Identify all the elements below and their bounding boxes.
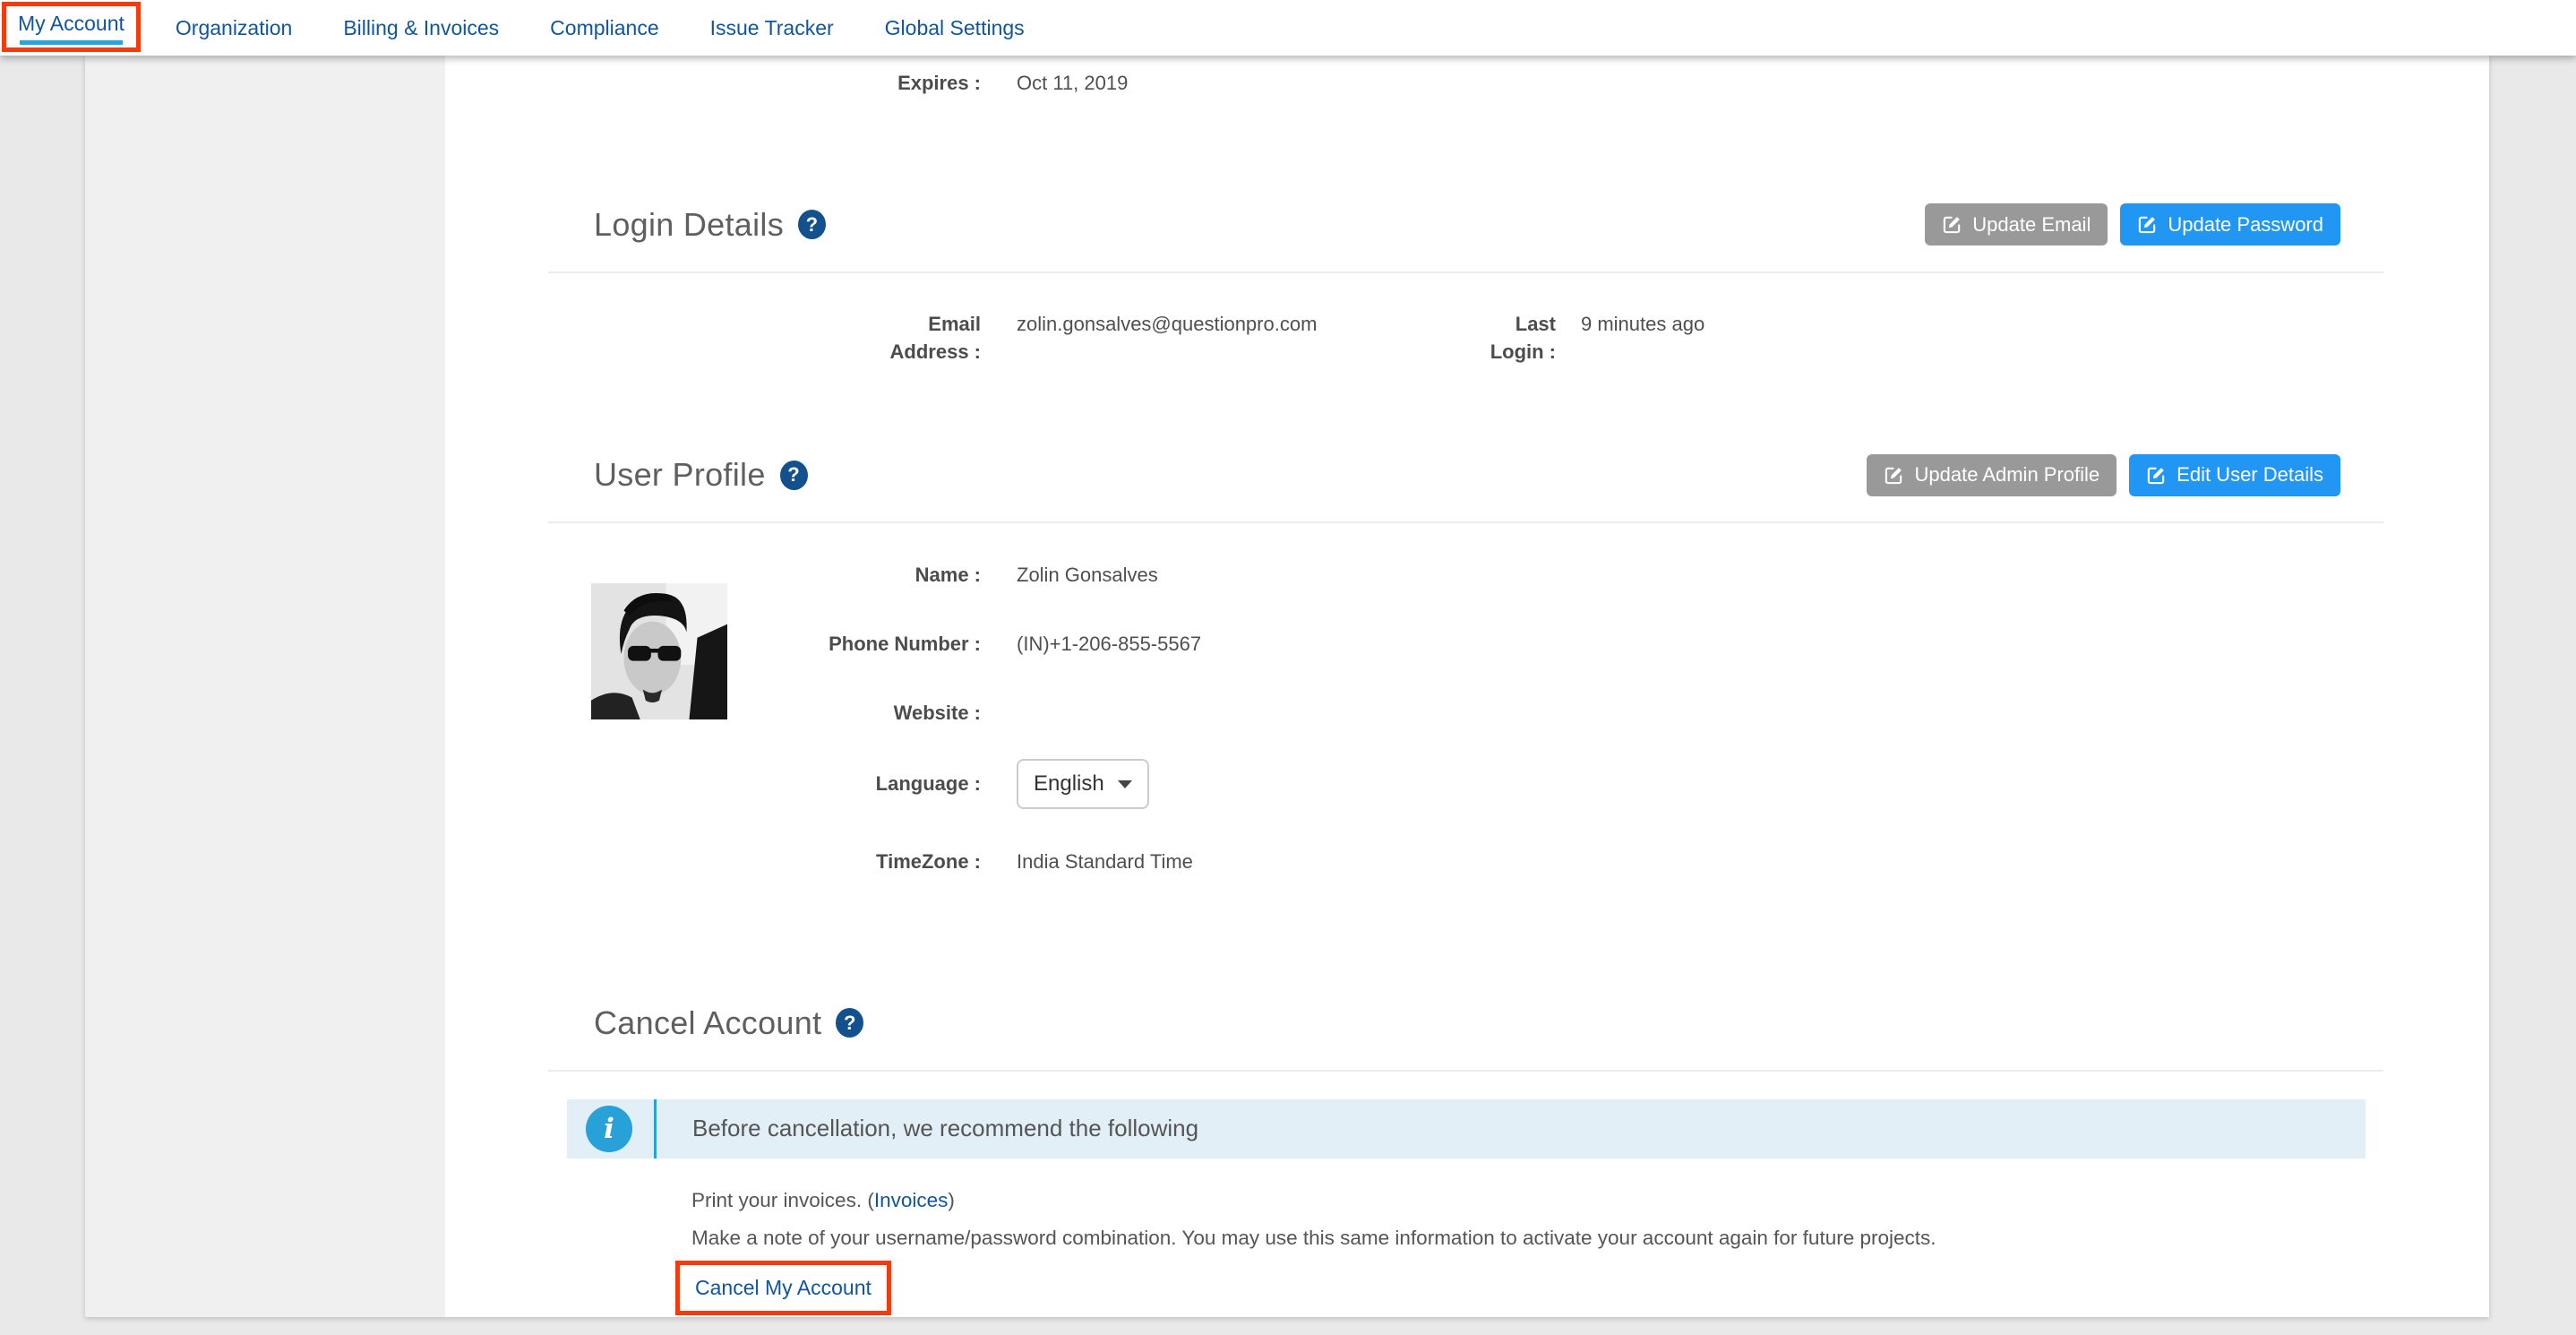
tab-billing-invoices[interactable]: Billing & Invoices bbox=[343, 16, 499, 40]
user-profile-fields: Name : Zolin Gonsalves Phone Number : (I… bbox=[445, 559, 2489, 878]
timezone-row: TimeZone : India Standard Time bbox=[445, 846, 2489, 878]
edit-user-details-button[interactable]: Edit User Details bbox=[2129, 454, 2340, 496]
phone-row: Phone Number : (IN)+1-206-855-5567 bbox=[445, 628, 2489, 660]
login-details-actions: Update Email Update Password bbox=[1925, 203, 2340, 245]
user-profile-title: User Profile ? bbox=[594, 456, 808, 494]
cancel-account-title-text: Cancel Account bbox=[594, 1004, 821, 1042]
username-note-line: Make a note of your username/password co… bbox=[691, 1224, 2489, 1253]
tab-my-account[interactable]: My Account bbox=[18, 12, 125, 45]
login-details-title: Login Details ? bbox=[594, 206, 826, 244]
timezone-value: India Standard Time bbox=[1017, 848, 1193, 876]
profile-photo-image bbox=[591, 583, 727, 719]
annotation-highlight-my-account: My Account bbox=[2, 2, 141, 52]
timezone-label: TimeZone : bbox=[445, 848, 981, 876]
language-row: Language : English bbox=[445, 759, 2489, 809]
edit-icon bbox=[1942, 214, 1962, 235]
profile-photo bbox=[591, 583, 727, 719]
account-settings-panel: Expires : Oct 11, 2019 Login Details ? U… bbox=[85, 56, 2489, 1317]
login-details-header: Login Details ? Update Email Update bbox=[445, 203, 2489, 246]
website-row: Website : bbox=[445, 697, 2489, 729]
cancel-account-title: Cancel Account ? bbox=[594, 1004, 863, 1042]
email-address-label: Email Address : bbox=[445, 311, 981, 366]
language-dropdown[interactable]: English bbox=[1017, 759, 1149, 809]
edit-icon bbox=[2146, 465, 2167, 486]
print-invoices-text-close: ) bbox=[948, 1189, 955, 1211]
user-profile-title-text: User Profile bbox=[594, 456, 766, 494]
expires-label: Expires : bbox=[445, 70, 981, 98]
update-admin-profile-button[interactable]: Update Admin Profile bbox=[1867, 454, 2117, 496]
section-divider bbox=[548, 1070, 2383, 1072]
update-email-button[interactable]: Update Email bbox=[1925, 203, 2108, 245]
update-admin-profile-label: Update Admin Profile bbox=[1914, 463, 2099, 487]
user-profile-actions: Update Admin Profile Edit User Details bbox=[1867, 454, 2340, 496]
last-login-label-text: Last Login : bbox=[1466, 311, 1556, 366]
last-login-label: Last Login : bbox=[1457, 311, 1556, 366]
name-value: Zolin Gonsalves bbox=[1017, 562, 1158, 590]
banner-text: Before cancellation, we recommend the fo… bbox=[692, 1115, 1198, 1142]
help-icon[interactable]: ? bbox=[798, 210, 826, 239]
annotation-highlight-cancel: Cancel My Account bbox=[675, 1261, 891, 1315]
language-label: Language : bbox=[445, 771, 981, 798]
caret-down-icon bbox=[1118, 780, 1132, 788]
login-details-title-text: Login Details bbox=[594, 206, 784, 244]
account-settings-content: Expires : Oct 11, 2019 Login Details ? U… bbox=[445, 56, 2489, 1317]
login-details-fields: Email Address : zolin.gonsalves@question… bbox=[445, 311, 2489, 366]
update-password-label: Update Password bbox=[2168, 213, 2323, 237]
expires-value: Oct 11, 2019 bbox=[1017, 70, 1128, 98]
email-address-label-text: Email Address : bbox=[866, 311, 981, 366]
help-icon[interactable]: ? bbox=[836, 1008, 863, 1038]
left-gutter-panel bbox=[85, 56, 445, 1317]
update-password-button[interactable]: Update Password bbox=[2120, 203, 2340, 245]
update-email-label: Update Email bbox=[1972, 213, 2091, 237]
user-profile-header: User Profile ? Update Admin Profile bbox=[445, 453, 2489, 496]
edit-user-details-label: Edit User Details bbox=[2177, 463, 2323, 487]
language-dropdown-value: English bbox=[1034, 769, 1104, 799]
email-address-value: zolin.gonsalves@questionpro.com bbox=[1017, 311, 1457, 339]
language-field: English bbox=[1017, 759, 1149, 809]
cancel-account-header: Cancel Account ? bbox=[445, 1002, 2489, 1045]
tab-global-settings[interactable]: Global Settings bbox=[885, 16, 1025, 40]
phone-value: (IN)+1-206-855-5567 bbox=[1017, 631, 1201, 659]
tab-organization[interactable]: Organization bbox=[176, 16, 292, 40]
print-invoices-text: Print your invoices. ( bbox=[691, 1189, 874, 1211]
print-invoices-line: Print your invoices. (Invoices) bbox=[691, 1186, 2489, 1215]
cancel-my-account-link[interactable]: Cancel My Account bbox=[695, 1276, 872, 1299]
section-divider bbox=[548, 521, 2383, 523]
tab-issue-tracker[interactable]: Issue Tracker bbox=[710, 16, 834, 40]
cancellation-info-banner: i Before cancellation, we recommend the … bbox=[567, 1099, 2366, 1158]
last-login-value: 9 minutes ago bbox=[1581, 311, 1704, 339]
edit-icon bbox=[1884, 465, 1904, 486]
invoices-link[interactable]: Invoices bbox=[874, 1189, 949, 1211]
section-divider bbox=[548, 271, 2383, 273]
edit-icon bbox=[2137, 214, 2158, 235]
info-icon: i bbox=[586, 1106, 632, 1152]
name-row: Name : Zolin Gonsalves bbox=[445, 559, 2489, 591]
tab-compliance[interactable]: Compliance bbox=[550, 16, 658, 40]
help-icon[interactable]: ? bbox=[780, 461, 808, 490]
top-navigation: My Account Organization Billing & Invoic… bbox=[0, 0, 2576, 56]
expires-row: Expires : Oct 11, 2019 bbox=[445, 70, 2489, 98]
banner-accent-bar bbox=[654, 1099, 657, 1158]
